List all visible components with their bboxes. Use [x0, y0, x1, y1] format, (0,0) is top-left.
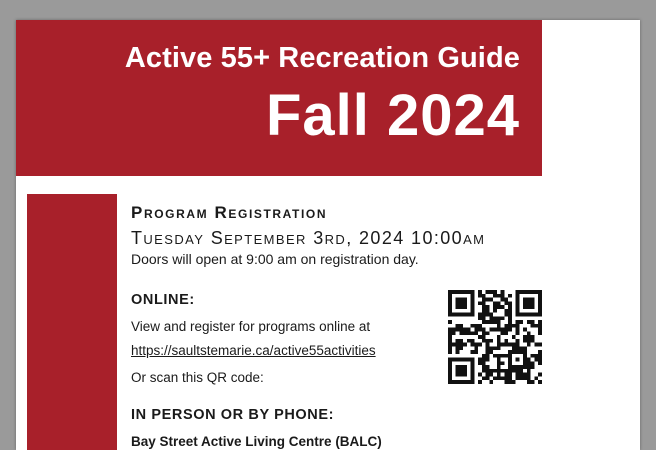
registration-date: Tuesday September 3rd, 2024 10:00am [131, 228, 486, 248]
in-person-heading: IN PERSON OR BY PHONE: [131, 407, 335, 423]
qr-code-icon[interactable] [448, 290, 542, 384]
decorative-side-bar [27, 194, 117, 450]
guide-subtitle: Active 55+ Recreation Guide [124, 42, 520, 74]
registration-heading: Program Registration [131, 203, 328, 222]
online-text: View and register for programs online at [131, 319, 371, 334]
document-page: Active 55+ Recreation Guide Fall 2024 Pr… [16, 20, 640, 450]
qr-prompt: Or scan this QR code: [131, 370, 264, 385]
registration-link[interactable]: https://saultstemarie.ca/active55activit… [131, 343, 376, 358]
online-heading: ONLINE: [131, 292, 195, 308]
title-banner: Active 55+ Recreation Guide Fall 2024 [16, 20, 542, 176]
registration-section: Program Registration Tuesday September 3… [131, 202, 551, 449]
season-title: Fall 2024 [265, 83, 520, 148]
location-text: Bay Street Active Living Centre (BALC) [131, 434, 382, 449]
doors-note: Doors will open at 9:00 am on registrati… [131, 251, 419, 267]
